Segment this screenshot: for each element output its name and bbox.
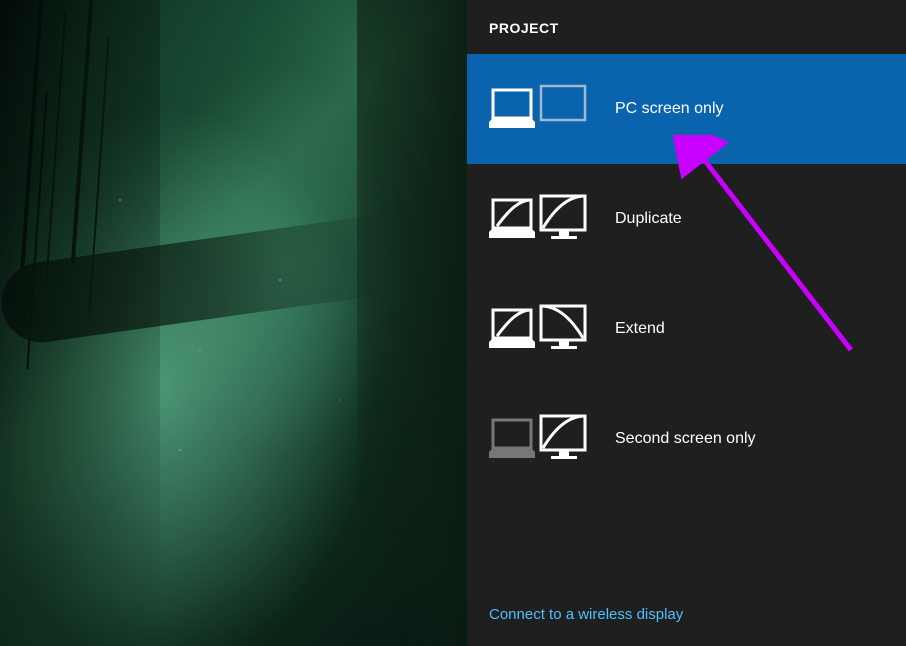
option-label: Second screen only — [615, 430, 884, 448]
wallpaper-decor — [0, 213, 404, 348]
extend-icon — [489, 304, 589, 354]
pc-screen-only-icon — [489, 84, 589, 134]
project-option-extend[interactable]: Extend — [467, 274, 906, 384]
wallpaper-decor — [357, 0, 467, 646]
project-option-second-screen-only[interactable]: Second screen only — [467, 384, 906, 494]
project-panel: PROJECT PC screen only — [467, 0, 906, 646]
desktop-wallpaper — [0, 0, 467, 646]
option-label: PC screen only — [615, 100, 884, 118]
second-screen-only-icon — [489, 414, 589, 464]
panel-title: PROJECT — [467, 0, 906, 54]
project-option-pc-screen-only[interactable]: PC screen only — [467, 54, 906, 164]
link-area: Connect to a wireless display — [467, 590, 906, 646]
option-label: Duplicate — [615, 210, 884, 228]
wallpaper-decor — [20, 0, 44, 270]
option-label: Extend — [615, 320, 884, 338]
duplicate-icon — [489, 194, 589, 244]
connect-wireless-display-link[interactable]: Connect to a wireless display — [489, 606, 683, 623]
project-option-duplicate[interactable]: Duplicate — [467, 164, 906, 274]
